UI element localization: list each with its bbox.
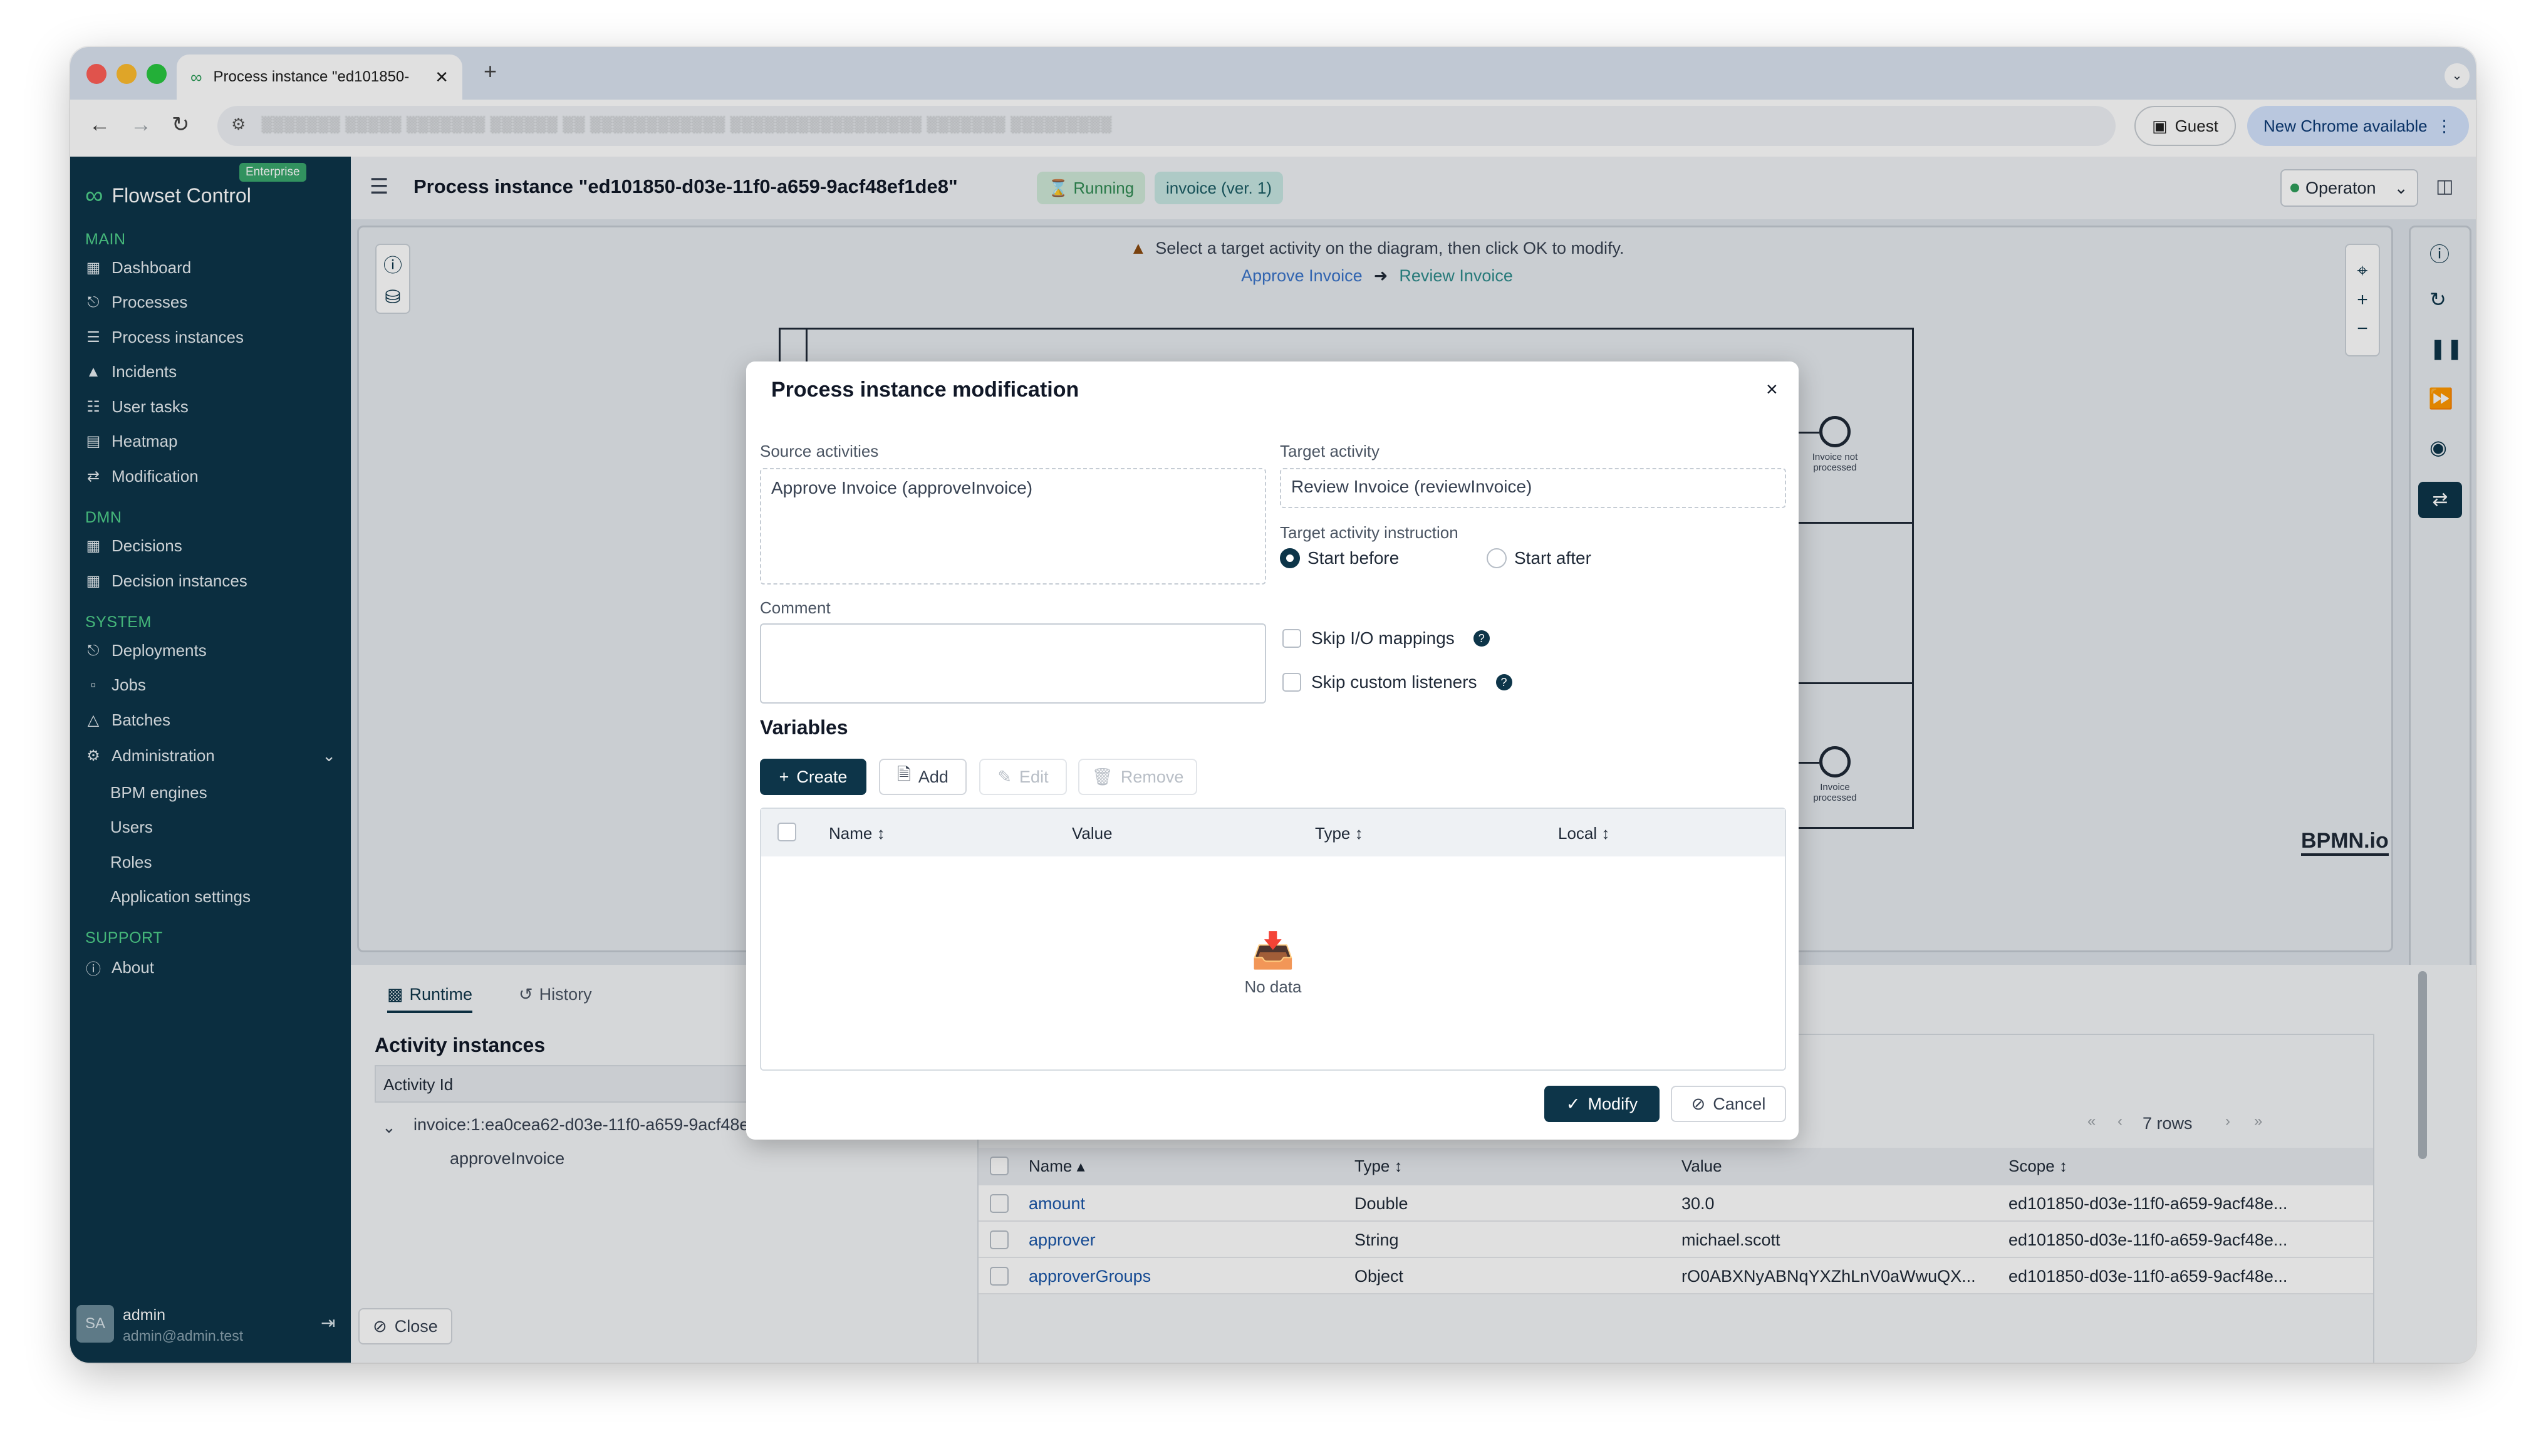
col-label: Type (1315, 824, 1351, 843)
source-activities-field[interactable]: Approve Invoice (approveInvoice) (760, 468, 1266, 585)
add-label: Add (918, 767, 948, 786)
cancel-button[interactable]: ⊘ Cancel (1671, 1086, 1786, 1122)
check-icon: ✓ (1566, 1094, 1581, 1113)
modification-dialog: Process instance modification × Source a… (746, 361, 1799, 1140)
browser-window: ∞ Process instance "ed101850- ✕ + ⌄ ← → … (70, 47, 2476, 1363)
variables-table: Name ↕ Value Type ↕ Local ↕ 📥 No data (760, 808, 1786, 1071)
start-after-label: Start after (1514, 548, 1591, 568)
inbox-icon: 📥 (1251, 930, 1295, 970)
target-value: Review Invoice (reviewInvoice) (1291, 477, 1532, 496)
create-label: Create (796, 767, 848, 786)
file-add-icon: 🗎 (897, 765, 911, 784)
modify-button[interactable]: ✓ Modify (1544, 1086, 1660, 1122)
target-activity-field[interactable]: Review Invoice (reviewInvoice) (1280, 468, 1786, 508)
col-name[interactable]: Name ↕ (829, 824, 885, 843)
select-all-checkbox[interactable] (777, 823, 796, 841)
skip-io-label: Skip I/O mappings (1311, 628, 1455, 648)
skip-listeners-label: Skip custom listeners (1311, 672, 1477, 692)
create-variable-button[interactable]: + Create (760, 759, 866, 795)
col-label: Local (1558, 824, 1598, 843)
dialog-title: Process instance modification (771, 378, 1079, 402)
start-after-radio[interactable]: Start after (1487, 548, 1591, 568)
add-variable-button[interactable]: 🗎 Add (879, 759, 967, 795)
checkbox-icon (1282, 673, 1301, 692)
no-data-text: No data (1244, 977, 1302, 996)
variables-table-header: Name ↕ Value Type ↕ Local ↕ (761, 809, 1785, 856)
edit-icon: ✎ (997, 767, 1012, 786)
target-label: Target activity (1280, 442, 1380, 460)
source-label: Source activities (760, 442, 879, 460)
checkbox-icon (1282, 629, 1301, 648)
skip-listeners-checkbox[interactable]: Skip custom listeners ? (1282, 672, 1512, 692)
help-icon[interactable]: ? (1473, 630, 1490, 647)
comment-field[interactable] (760, 623, 1266, 704)
skip-io-checkbox[interactable]: Skip I/O mappings ? (1282, 628, 1490, 648)
radio-unchecked-icon (1487, 548, 1507, 568)
modify-label: Modify (1587, 1094, 1638, 1113)
trash-icon: 🗑 (1091, 767, 1113, 786)
source-value: Approve Invoice (approveInvoice) (771, 478, 1033, 497)
empty-state: 📥 No data (761, 856, 1785, 1069)
cancel-label: Cancel (1713, 1094, 1766, 1113)
close-icon[interactable]: × (1766, 378, 1778, 401)
edit-variable-button[interactable]: ✎ Edit (979, 759, 1067, 795)
variables-title: Variables (760, 716, 848, 739)
start-before-label: Start before (1307, 548, 1400, 568)
remove-label: Remove (1120, 767, 1184, 786)
col-label: Name (829, 824, 873, 843)
plus-icon: + (779, 767, 789, 786)
comment-label: Comment (760, 598, 831, 617)
start-before-radio[interactable]: Start before (1280, 548, 1399, 568)
col-value: Value (1072, 824, 1113, 843)
col-local[interactable]: Local ↕ (1558, 824, 1609, 843)
help-icon[interactable]: ? (1495, 674, 1512, 690)
col-type[interactable]: Type ↕ (1315, 824, 1363, 843)
instruction-label: Target activity instruction (1280, 523, 1458, 542)
radio-checked-icon (1280, 548, 1300, 568)
cancel-icon: ⊘ (1691, 1094, 1706, 1113)
remove-variable-button[interactable]: 🗑 Remove (1078, 759, 1197, 795)
edit-label: Edit (1019, 767, 1049, 786)
